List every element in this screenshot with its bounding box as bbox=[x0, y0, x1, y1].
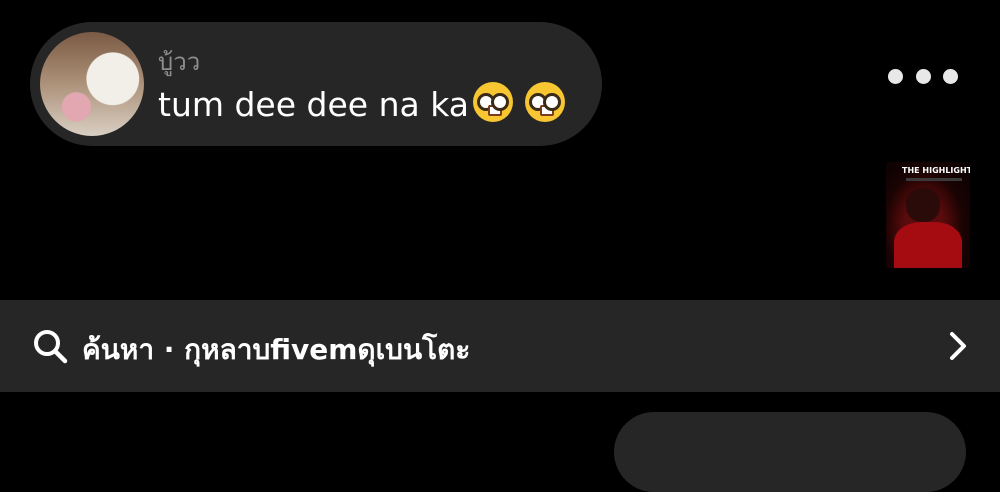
search-suggestion-label: ค้นหา · กุหลาบfivemดุเบนโตะ bbox=[82, 333, 471, 366]
album-figure-body bbox=[894, 222, 962, 268]
more-options-icon[interactable] bbox=[888, 62, 958, 90]
chevron-right-icon bbox=[950, 332, 966, 360]
dot bbox=[888, 68, 903, 84]
search-icon bbox=[34, 330, 68, 364]
nerd-face-emoji bbox=[472, 82, 513, 122]
album-figure-head bbox=[906, 188, 940, 222]
note-author-name: บู้วว bbox=[158, 48, 201, 76]
search-suggestion-bar[interactable]: ค้นหา · กุหลาบfivemดุเบนโตะ bbox=[0, 300, 1000, 392]
note-message: tum dee dee na ka bbox=[158, 82, 565, 124]
bottom-action-pill[interactable] bbox=[614, 412, 966, 492]
album-subtitle-line bbox=[906, 178, 962, 181]
album-art-thumbnail[interactable]: THE HIGHLIGHTS bbox=[886, 162, 970, 268]
avatar[interactable] bbox=[40, 32, 144, 136]
nerd-face-emoji bbox=[524, 82, 565, 122]
note-bubble[interactable]: บู้วว tum dee dee na ka bbox=[30, 22, 602, 146]
dot bbox=[943, 68, 958, 84]
dot bbox=[915, 68, 931, 84]
album-title: THE HIGHLIGHTS bbox=[902, 166, 970, 175]
note-text: tum dee dee na ka bbox=[158, 85, 469, 124]
